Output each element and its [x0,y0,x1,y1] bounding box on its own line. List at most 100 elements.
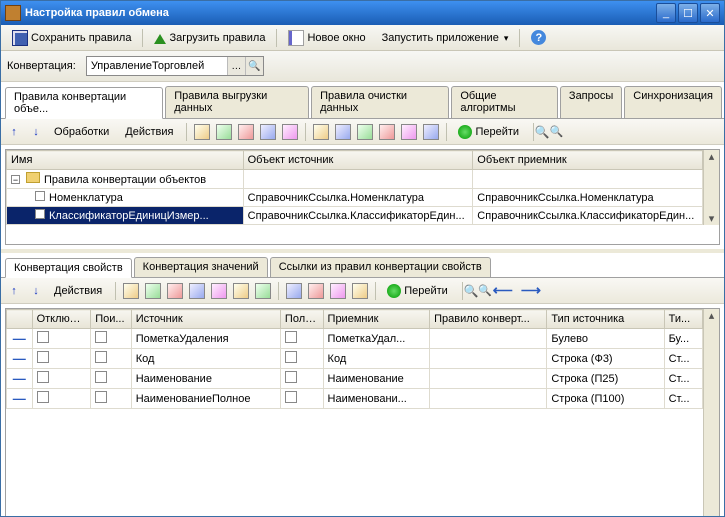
separator [305,123,306,141]
tool-button[interactable] [259,123,277,141]
tree-leaf-row[interactable]: Номенклатура СправочникСсылка.Номенклату… [7,189,703,207]
cell: Строка (Ф3) [547,349,664,369]
col-blank[interactable] [7,310,33,329]
tab-export-rules[interactable]: Правила выгрузки данных [165,86,309,118]
maximize-button[interactable]: ☐ [678,3,698,23]
nav-prev-button[interactable]: ⟵ [491,282,515,299]
actions-menu[interactable]: Действия [49,282,109,300]
row-marker: — [7,349,33,369]
move-up-button[interactable]: ↑ [5,282,23,300]
help-button[interactable]: ? [524,27,553,48]
tool-button[interactable] [210,282,228,300]
tool-button[interactable] [237,123,255,141]
tool-button[interactable] [166,282,184,300]
processing-menu[interactable]: Обработки [49,123,116,141]
tab-cleanup-rules[interactable]: Правила очистки данных [311,86,449,118]
save-rules-button[interactable]: Сохранить правила [5,27,138,49]
table-row[interactable]: — Код Код Строка (Ф3) Ст... [7,349,703,369]
tool-button[interactable] [378,123,396,141]
tool-button[interactable] [281,123,299,141]
tool-button[interactable] [307,282,325,300]
col-stype[interactable]: Тип источника [547,310,664,329]
upper-table[interactable]: Имя Объект источник Объект приемник −Пра… [6,150,703,225]
tool-button[interactable] [122,282,140,300]
checkbox-get[interactable] [285,331,297,343]
checkbox-get[interactable] [285,351,297,363]
tree-root-row[interactable]: −Правила конвертации объектов [7,170,703,189]
nav-next-button[interactable]: ⟶ [519,282,543,299]
col-disable[interactable]: Отключи... [32,310,91,329]
run-app-menu[interactable]: Запустить приложение [375,29,516,47]
tool-button[interactable] [422,123,440,141]
tool-button[interactable] [334,123,352,141]
conversion-combo[interactable]: … 🔍 [86,56,264,76]
checkbox-search[interactable] [95,371,107,383]
save-icon [12,30,28,46]
minimize-button[interactable]: _ [656,3,676,23]
folder-icon [26,172,40,183]
close-button[interactable]: ✕ [700,3,720,23]
tool-button[interactable] [356,123,374,141]
move-down-button[interactable]: ↓ [27,123,45,141]
tool-button[interactable] [329,282,347,300]
checkbox-search[interactable] [95,331,107,343]
tool-button[interactable] [188,282,206,300]
separator [142,29,143,47]
checkbox-disable[interactable] [37,351,49,363]
table-row[interactable]: — Наименование Наименование Строка (П25)… [7,369,703,389]
search-button[interactable]: 🔍 [469,282,487,300]
tool-button[interactable] [232,282,250,300]
col-dest[interactable]: Приемник [323,310,430,329]
goto-menu[interactable]: Перейти [453,122,527,142]
checkbox-disable[interactable] [37,371,49,383]
col-src[interactable]: Объект источник [243,151,473,170]
col-name[interactable]: Имя [7,151,244,170]
tab-algorithms[interactable]: Общие алгоритмы [451,86,558,118]
tool-button[interactable] [285,282,303,300]
tool-button[interactable] [254,282,272,300]
combo-open-button[interactable]: 🔍 [245,57,263,75]
tab-refs[interactable]: Ссылки из правил конвертации свойств [270,257,491,277]
separator [375,282,376,300]
tool-button[interactable] [351,282,369,300]
col-source[interactable]: Источник [131,310,280,329]
checkbox-get[interactable] [285,371,297,383]
new-window-button[interactable]: Новое окно [281,27,372,49]
tool-button[interactable] [400,123,418,141]
load-label: Загрузить правила [169,32,265,44]
tab-queries[interactable]: Запросы [560,86,622,118]
col-dtype[interactable]: Ти... [664,310,702,329]
checkbox-disable[interactable] [37,331,49,343]
tab-val-conv[interactable]: Конвертация значений [134,257,268,277]
table-row[interactable]: — НаименованиеПолное Наименовани... Стро… [7,389,703,409]
table-row[interactable]: — ПометкаУдаления ПометкаУдал... Булево … [7,329,703,349]
move-up-button[interactable]: ↑ [5,123,23,141]
actions-menu[interactable]: Действия [120,123,180,141]
tab-conv-objects[interactable]: Правила конвертации объе... [5,87,163,119]
col-rule[interactable]: Правило конверт... [430,310,547,329]
tree-leaf-row-selected[interactable]: КлассификаторЕдиницИзмер... СправочникСс… [7,207,703,225]
checkbox-search[interactable] [95,351,107,363]
combo-ellipsis-button[interactable]: … [227,57,245,75]
col-get[interactable]: Полу... [280,310,323,329]
search-button[interactable]: 🔍 [540,123,558,141]
tab-sync[interactable]: Синхронизация [624,86,722,118]
col-search[interactable]: Пои... [91,310,132,329]
tool-button[interactable] [144,282,162,300]
vertical-scrollbar[interactable]: ▴▾ [703,150,719,225]
tool-button[interactable] [193,123,211,141]
load-rules-button[interactable]: Загрузить правила [147,29,272,47]
vertical-scrollbar[interactable]: ▴▾ [703,309,719,516]
collapse-icon[interactable]: − [11,175,20,184]
move-down-button[interactable]: ↓ [27,282,45,300]
goto-menu[interactable]: Перейти [382,281,456,301]
tool-button[interactable] [312,123,330,141]
col-dst[interactable]: Объект приемник [473,151,703,170]
checkbox-get[interactable] [285,391,297,403]
checkbox-disable[interactable] [37,391,49,403]
tool-button[interactable] [215,123,233,141]
tab-prop-conv[interactable]: Конвертация свойств [5,258,132,278]
checkbox-search[interactable] [95,391,107,403]
conversion-input[interactable] [87,57,227,75]
lower-table[interactable]: Отключи... Пои... Источник Полу... Прием… [6,309,703,516]
